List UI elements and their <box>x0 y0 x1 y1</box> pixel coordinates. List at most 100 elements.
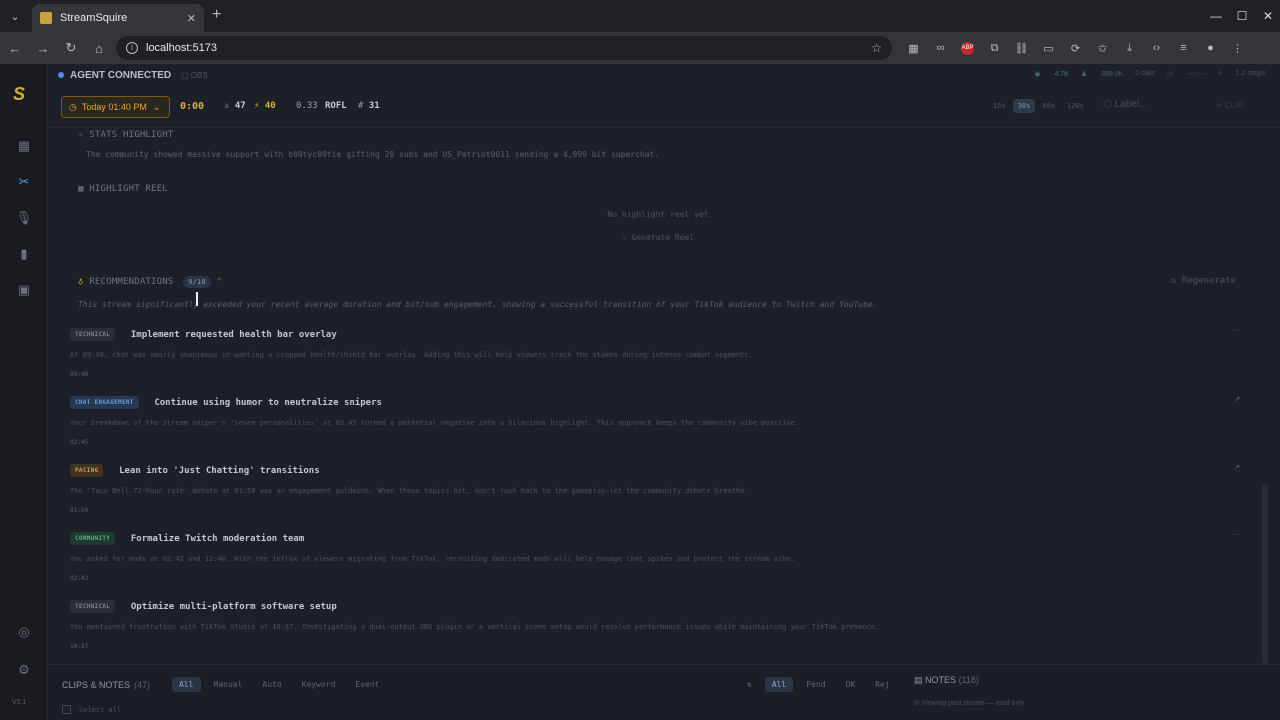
devtools-icon[interactable]: ‹› <box>1143 42 1170 54</box>
trend-up-icon: ↗ <box>1234 394 1240 404</box>
status-all[interactable]: All <box>764 677 794 692</box>
tab-search-icon[interactable]: ⌄ <box>0 0 30 32</box>
clips-header: CLIPS & NOTES (47) All Manual Auto Keywo… <box>62 677 392 692</box>
clips-scissors-icon[interactable]: ✂ <box>12 170 36 194</box>
minimize-icon[interactable]: — <box>1204 9 1228 23</box>
status-pending[interactable]: Pend <box>799 677 832 692</box>
clip-type-filters: All Manual Auto Keyword Event <box>172 677 392 692</box>
recommendations-title: ♁ RECOMMENDATIONS 9/18 ⌃ <box>78 276 223 288</box>
clips-notes-panel: CLIPS & NOTES (47) All Manual Auto Keywo… <box>48 664 1280 720</box>
download-icon[interactable]: ⤓ <box>1116 42 1143 55</box>
generate-reel-button[interactable]: ✧ Generate Reel <box>64 233 1252 242</box>
window-controls: — ☐ ✕ <box>1202 0 1280 32</box>
streamsquire-app: S ▦ ✂ 🎙 ▮ ▣ ◎ ⚙ V0.1 AGENT CONNECTED ▢ O… <box>0 64 1280 720</box>
extension-qr-icon[interactable]: ▦ <box>900 42 927 55</box>
recommendation-desc: The 'Taco Bell 72-hour rule' debate at 0… <box>70 487 749 495</box>
globe-icon[interactable]: ◎ <box>12 620 36 644</box>
recommendation-title: Implement requested health bar overlay <box>130 329 337 340</box>
obs-status: ▢ OBS <box>181 70 208 80</box>
forward-icon[interactable]: → <box>30 41 56 56</box>
profile-avatar-icon[interactable]: ● <box>1197 42 1224 54</box>
back-icon[interactable]: ← <box>2 41 28 56</box>
microphone-icon[interactable]: 🎙 <box>12 206 36 230</box>
counter-b: ⚡ 40 <box>254 101 276 111</box>
recommendation-title: Continue using humor to neutralize snipe… <box>154 397 382 408</box>
counter-a: ⚔ 47 <box>224 101 246 111</box>
lightbulb-icon: ♁ <box>78 277 84 287</box>
filter-auto[interactable]: Auto <box>255 677 288 692</box>
read-only-notice: ⊘ Viewing past stream — read only <box>914 700 1025 707</box>
reload-icon[interactable]: ↻ <box>58 40 84 56</box>
select-all[interactable]: Select all <box>62 705 121 714</box>
duration-120s[interactable]: 120s <box>1062 99 1089 113</box>
sync-icon[interactable]: ⟳ <box>1062 42 1089 55</box>
filter-keyword[interactable]: Keyword <box>295 677 343 692</box>
filter-event[interactable]: Event <box>348 677 386 692</box>
followers-stat: ♟ 389.3K <box>1080 71 1124 78</box>
date-selector[interactable]: ◷ Today 01:40 PM ⌄ <box>61 96 170 118</box>
address-bar[interactable]: i localhost:5173 ☆ <box>116 36 892 60</box>
status-filters: ⇅ All Pend OK Rej <box>740 677 903 692</box>
app-version: V0.1 <box>12 699 27 706</box>
recommendation-item[interactable]: TECHNICAL Implement requested health bar… <box>70 324 1240 378</box>
extensions-puzzle-icon[interactable]: ⧉ <box>981 42 1008 55</box>
rofl-counter: ROFL <box>325 101 347 111</box>
home-icon[interactable]: ⌂ <box>86 41 112 56</box>
recommendation-title: Optimize multi-platform software setup <box>130 601 337 612</box>
extension-icons: ▦ ∞ ABP ⧉ ⛓ ▭ ⟳ ✩ ⤓ ‹› ≡ ● ⋮ <box>900 32 1251 64</box>
recommendation-title: Formalize Twitch moderation team <box>130 533 305 544</box>
status-rejected[interactable]: Rej <box>868 677 896 692</box>
regenerate-button[interactable]: ↻ Regenerate <box>1171 276 1236 286</box>
recommendation-item[interactable]: COMMUNITY Formalize Twitch moderation te… <box>70 528 1240 582</box>
select-all-checkbox[interactable] <box>62 705 71 714</box>
viewers-stat: ◉ 4.7K <box>1034 71 1069 78</box>
filter-manual[interactable]: Manual <box>207 677 250 692</box>
favorites-icon[interactable]: ✩ <box>1089 42 1116 55</box>
extension-glasses-icon[interactable]: ∞ <box>927 42 954 54</box>
adblock-icon[interactable]: ABP <box>961 41 974 55</box>
stats-highlight-title: ✧ STATS HIGHLIGHT <box>78 130 174 140</box>
recommendations-count: 9/18 <box>183 276 211 288</box>
clip-button[interactable]: ✂ CLIP <box>1216 101 1243 110</box>
collapse-chevron-icon[interactable]: ⌃ <box>216 277 222 287</box>
browser-tab[interactable]: StreamSquire ✕ <box>32 4 204 32</box>
dashboard-icon[interactable]: ▦ <box>12 134 36 158</box>
recommendation-item[interactable]: CHAT ENGAGEMENT Continue using humor to … <box>70 392 1240 446</box>
content-scrollbar[interactable] <box>1262 484 1268 664</box>
recommendation-time: 09:40 <box>70 371 89 378</box>
clips-count: (47) <box>134 679 151 690</box>
settings-gear-icon[interactable]: ⚙ <box>12 658 36 682</box>
category-badge: PACING <box>70 464 104 477</box>
recommendation-item[interactable]: TECHNICAL Optimize multi-platform softwa… <box>70 596 1240 650</box>
filter-all[interactable]: All <box>172 677 201 692</box>
duration-30s[interactable]: 30s <box>1012 99 1036 113</box>
date-label: Today 01:40 PM <box>81 102 147 112</box>
recommendation-time: 02:42 <box>70 575 89 582</box>
close-tab-icon[interactable]: ✕ <box>187 12 196 25</box>
trend-up-icon: ↗ <box>1234 462 1240 472</box>
close-window-icon[interactable]: ✕ <box>1256 9 1280 23</box>
category-badge: CHAT ENGAGEMENT <box>70 396 139 409</box>
analytics-icon[interactable]: ▮ <box>12 242 36 266</box>
film-icon[interactable]: ▣ <box>12 278 36 302</box>
media-icon[interactable]: ≡ <box>1170 42 1197 54</box>
status-ok[interactable]: OK <box>839 677 863 692</box>
ratio-value: 0.33 <box>296 101 318 111</box>
clips-label: CLIPS & NOTES <box>62 679 131 690</box>
browser-toolbar: ← → ↻ ⌂ i localhost:5173 ☆ ▦ ∞ ABP ⧉ ⛓ ▭… <box>0 32 1280 64</box>
browser-menu-icon[interactable]: ⋮ <box>1224 42 1251 55</box>
duration-60s[interactable]: 60s <box>1037 99 1060 113</box>
site-info-icon[interactable]: i <box>126 42 138 54</box>
duration-15s[interactable]: 15s <box>988 99 1011 113</box>
bookmark-star-icon[interactable]: ☆ <box>871 41 882 55</box>
cast-icon[interactable]: ▭ <box>1035 42 1062 55</box>
analysis-content: ✧ STATS HIGHLIGHT The community showed m… <box>64 128 1252 664</box>
sort-icon[interactable]: ⇅ <box>740 677 759 692</box>
link-icon[interactable]: ⛓ <box>1008 42 1035 55</box>
clip-label-input[interactable]: ⬡ Label... <box>1103 99 1147 110</box>
maximize-icon[interactable]: ☐ <box>1230 9 1254 23</box>
recommendation-item[interactable]: PACING Lean into 'Just Chatting' transit… <box>70 460 1240 514</box>
new-tab-icon[interactable]: + <box>212 6 221 24</box>
notes-header[interactable]: ▤ NOTES (118) <box>914 675 979 686</box>
trend-flat-icon: – <box>1234 530 1240 540</box>
